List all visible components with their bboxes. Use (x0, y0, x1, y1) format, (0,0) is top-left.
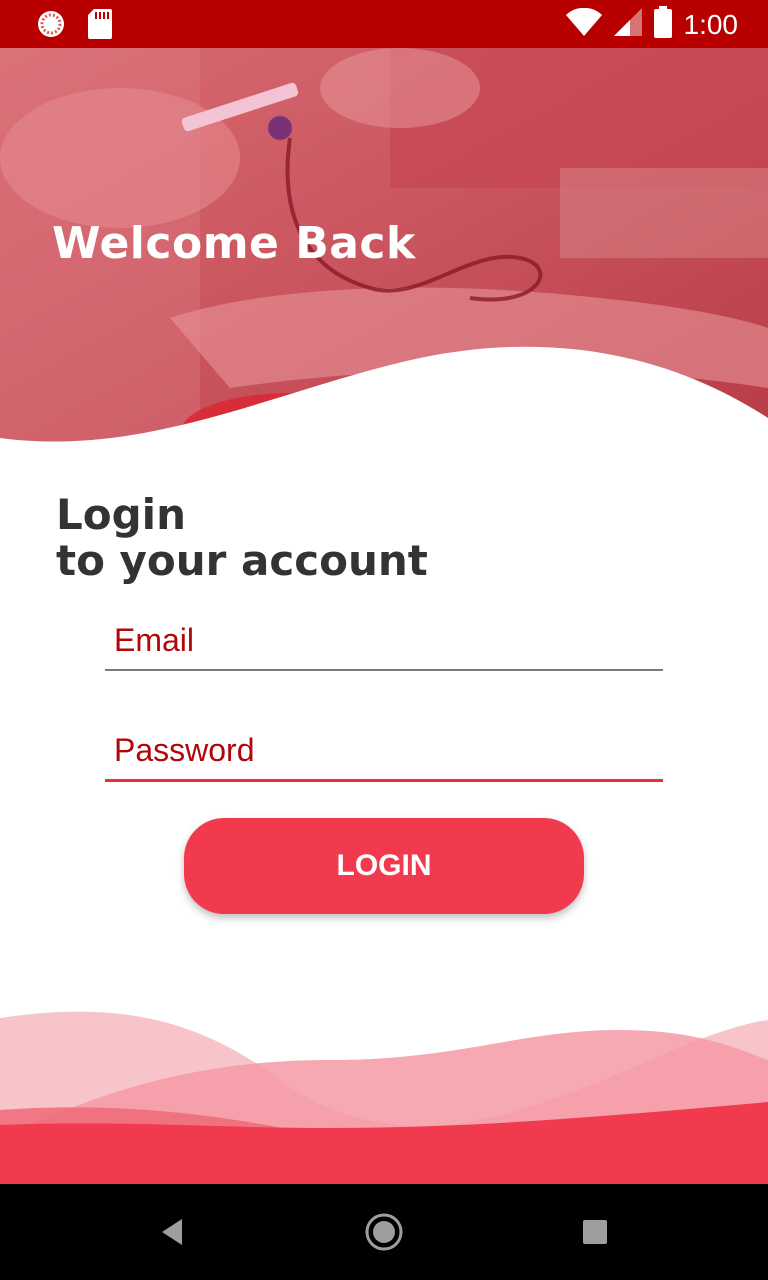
wifi-icon (565, 7, 602, 41)
login-button[interactable]: LOGIN (184, 818, 584, 914)
bottom-wave-decoration (0, 1011, 768, 1184)
battery-icon (653, 6, 672, 43)
heading-line-2: to your account (56, 536, 428, 585)
status-time: 1:00 (683, 8, 739, 40)
signal-icon (613, 8, 642, 41)
status-bar: 1:00 (0, 0, 768, 48)
back-icon[interactable] (148, 1208, 196, 1256)
heading-line-1: Login (56, 490, 186, 539)
password-field (105, 732, 663, 782)
welcome-title: Welcome Back (52, 218, 416, 269)
email-input[interactable] (105, 622, 663, 669)
recent-apps-icon[interactable] (571, 1208, 619, 1256)
login-heading: Login to your account (56, 492, 428, 584)
sd-card-icon (88, 9, 112, 44)
email-underline (105, 669, 663, 671)
email-field (105, 622, 663, 671)
navigation-bar (0, 1184, 768, 1280)
password-input[interactable] (105, 732, 663, 779)
password-underline (105, 779, 663, 782)
hero-banner: Welcome Back (0, 48, 768, 468)
home-icon[interactable] (360, 1208, 408, 1256)
spinner-icon (36, 9, 66, 44)
